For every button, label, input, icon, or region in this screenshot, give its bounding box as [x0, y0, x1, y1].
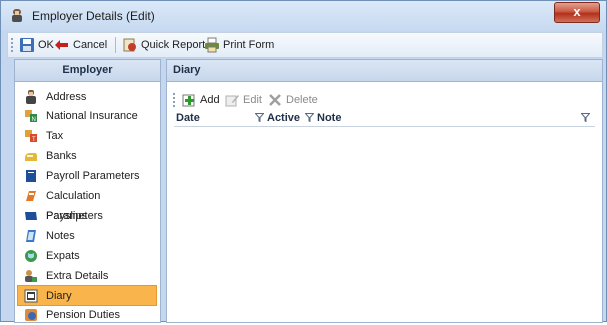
- delete-label: Delete: [286, 94, 318, 106]
- nav-item-calculation-parameters[interactable]: Calculation Parameters: [18, 186, 156, 222]
- diary-grid-header: Date Active Note: [174, 110, 595, 127]
- cancel-label: Cancel: [73, 39, 108, 51]
- extra-details-icon: [25, 270, 37, 282]
- quick-report-label: Quick Report: [141, 39, 206, 51]
- toolbar-grip[interactable]: [11, 38, 15, 52]
- expats-icon: [25, 250, 37, 262]
- nav-item-payroll-parameters[interactable]: Payroll Parameters: [18, 166, 156, 186]
- nav-item-banks[interactable]: Banks: [18, 146, 156, 166]
- filter-icon[interactable]: [305, 113, 314, 122]
- svg-text:N: N: [32, 117, 36, 123]
- pension-duties-icon: [25, 309, 37, 321]
- nav-item-label: Banks: [46, 150, 77, 162]
- nav-item-expats[interactable]: Expats: [18, 246, 156, 266]
- nav-item-label: Pension Duties: [46, 309, 120, 321]
- employer-icon: [12, 9, 22, 22]
- nav-item-extra-details[interactable]: Extra Details: [18, 266, 156, 286]
- undo-arrow-icon: [55, 40, 68, 50]
- diary-icon: [24, 289, 38, 303]
- column-header-date[interactable]: Date: [176, 111, 200, 125]
- delete-icon: [269, 94, 281, 106]
- filter-icon[interactable]: [255, 113, 264, 122]
- nav-item-label: National Insurance: [46, 110, 138, 122]
- toolbar-grip[interactable]: [173, 93, 177, 107]
- nav-item-label: Extra Details: [46, 270, 109, 282]
- diary-toolbar: Add Edit Delete: [173, 90, 593, 110]
- filter-icon[interactable]: [581, 113, 590, 122]
- ok-label: OK: [38, 39, 54, 51]
- column-header-note[interactable]: Note: [317, 111, 341, 125]
- nav-item-label: Diary: [46, 290, 72, 302]
- nav-item-tax[interactable]: T Tax: [18, 126, 156, 146]
- employer-details-window: Employer Details (Edit) x OK Cancel Quic: [0, 0, 607, 323]
- main-toolbar: OK Cancel Quick Report Print Form: [7, 32, 603, 58]
- save-icon: [20, 38, 34, 52]
- payslips-icon: [25, 212, 37, 220]
- tax-icon: T: [25, 130, 37, 143]
- banks-icon: [25, 153, 37, 161]
- nav-item-diary[interactable]: Diary: [17, 285, 157, 306]
- nav-item-notes[interactable]: Notes: [18, 226, 156, 246]
- notes-icon: [26, 230, 36, 242]
- employer-nav-panel: Employer Address N National Insurance T …: [14, 59, 161, 323]
- print-icon: [205, 37, 219, 53]
- nav-item-label: Address: [46, 91, 87, 103]
- nav-item-address[interactable]: Address: [18, 87, 156, 107]
- calculation-parameters-icon: [26, 191, 36, 201]
- print-form-label: Print Form: [223, 39, 275, 51]
- nav-item-pension-duties[interactable]: Pension Duties: [18, 305, 156, 325]
- nav-item-label: Payslips: [46, 210, 87, 222]
- nav-item-label: Tax: [46, 130, 64, 142]
- add-label: Add: [200, 94, 220, 106]
- address-icon: [26, 90, 36, 104]
- edit-label: Edit: [243, 94, 262, 106]
- column-header-active[interactable]: Active: [267, 111, 300, 125]
- employer-panel-header: Employer: [15, 60, 160, 82]
- national-insurance-icon: N: [25, 110, 37, 123]
- nav-item-payslips[interactable]: Payslips: [18, 206, 156, 226]
- nav-item-label: Expats: [46, 250, 80, 262]
- nav-item-label: Payroll Parameters: [46, 170, 140, 182]
- nav-item-label: Notes: [46, 230, 75, 242]
- nav-item-national-insurance[interactable]: N National Insurance: [18, 106, 156, 126]
- title-bar[interactable]: Employer Details (Edit) x: [1, 1, 606, 31]
- diary-panel-header: Diary: [167, 60, 602, 82]
- add-icon: [182, 94, 195, 107]
- report-icon: [123, 38, 136, 52]
- diary-panel: Diary Add Edit Delete Date Active Note: [166, 59, 603, 323]
- diary-grid-body[interactable]: [174, 128, 595, 318]
- payroll-parameters-icon: [26, 170, 36, 182]
- edit-icon: [225, 95, 239, 107]
- toolbar-separator: [115, 37, 116, 53]
- window-title: Employer Details (Edit): [32, 9, 155, 23]
- svg-text:T: T: [32, 137, 36, 143]
- close-button[interactable]: x: [554, 2, 600, 23]
